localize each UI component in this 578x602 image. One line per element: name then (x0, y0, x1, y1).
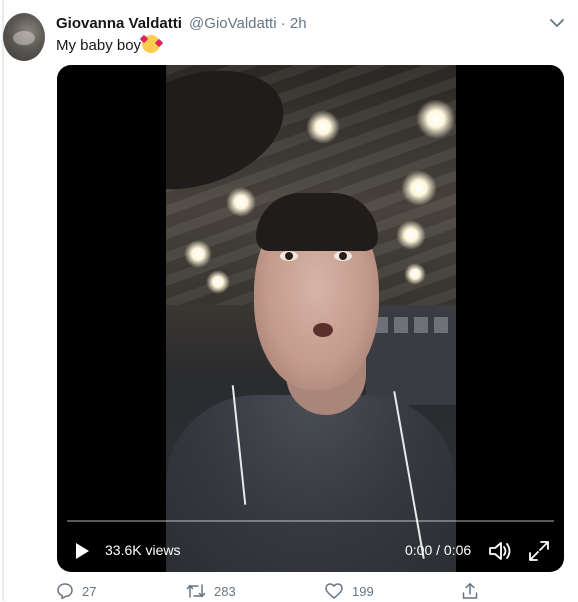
author-handle[interactable]: @GioValdatti (189, 15, 277, 32)
time-readout: 0:00 / 0:06 (405, 542, 472, 558)
heart-icon (325, 583, 343, 599)
reply-count: 27 (82, 583, 97, 599)
video-frame (166, 65, 456, 572)
author-name[interactable]: Giovanna Valdatti (56, 15, 182, 32)
tweet-time[interactable]: 2h (290, 15, 307, 32)
avatar[interactable] (3, 13, 45, 61)
progress-bar[interactable] (67, 520, 554, 522)
fullscreen-button[interactable] (527, 539, 551, 563)
retweet-button[interactable]: 283 (186, 582, 236, 600)
volume-button[interactable] (487, 539, 513, 563)
retweet-count: 283 (214, 583, 236, 599)
play-icon (76, 543, 89, 559)
smiling-face-with-hearts-icon (142, 35, 161, 53)
like-count: 199 (352, 583, 374, 599)
tweet-actions: 27 283 199 (56, 582, 496, 602)
fullscreen-icon (529, 541, 549, 561)
more-options-button[interactable] (546, 14, 568, 32)
volume-icon (489, 542, 511, 560)
view-count: 33.6K views (105, 542, 181, 558)
like-button[interactable]: 199 (324, 582, 374, 600)
reply-button[interactable]: 27 (56, 582, 96, 600)
tweet-header: Giovanna Valdatti @GioValdatti · 2h (56, 14, 307, 34)
chevron-down-icon (550, 18, 564, 27)
retweet-icon (186, 584, 206, 598)
share-button[interactable] (461, 582, 479, 600)
thread-line (2, 0, 4, 601)
reply-icon (57, 583, 73, 600)
tweet-text-container: My baby boy (56, 35, 161, 56)
play-button[interactable] (71, 540, 93, 562)
tweet-text: My baby boy (56, 37, 142, 54)
background-building (366, 305, 456, 405)
video-player[interactable]: 33.6K views 0:00 / 0:06 (57, 65, 564, 572)
separator-dot: · (280, 15, 286, 32)
share-icon (462, 583, 478, 599)
